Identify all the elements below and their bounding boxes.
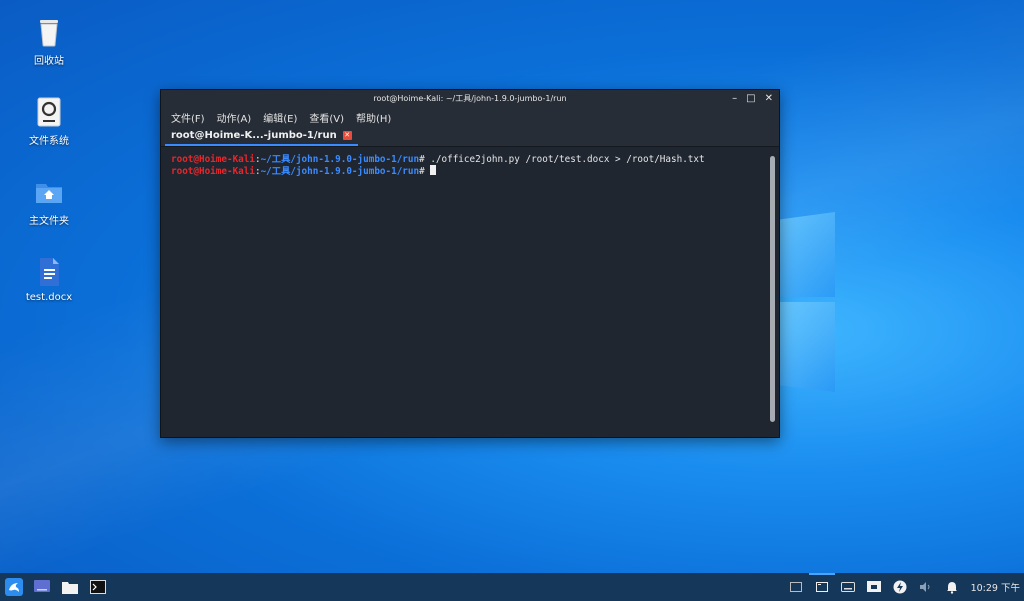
desktop-icon-home[interactable]: 主文件夹: [9, 176, 89, 227]
taskbar: 10:29 下午: [0, 573, 1024, 601]
folder-icon: [62, 582, 78, 594]
tab-bar: root@Hoime-K...-jumbo-1/run ✕: [161, 127, 779, 147]
desktop-icon-label: test.docx: [25, 292, 73, 303]
desktop-icon-trash[interactable]: 回收站: [9, 16, 89, 67]
notification-bell-icon[interactable]: [945, 580, 959, 594]
tab-close-icon[interactable]: ✕: [342, 131, 352, 140]
maximize-icon[interactable]: □: [746, 90, 755, 107]
minimize-icon[interactable]: –: [732, 90, 737, 107]
close-icon[interactable]: ✕: [765, 90, 773, 107]
drive-icon: [34, 96, 64, 128]
kali-menu-button[interactable]: [4, 577, 24, 597]
power-icon[interactable]: [893, 580, 907, 594]
desktop-icon-filesystem[interactable]: 文件系统: [9, 96, 89, 147]
menu-actions[interactable]: 动作(A): [217, 110, 252, 125]
clock[interactable]: 10:29 下午: [971, 580, 1020, 594]
network-icon[interactable]: [866, 580, 881, 594]
show-desktop-button[interactable]: [32, 577, 52, 597]
desktop-icon: [34, 580, 50, 592]
trash-icon: [34, 16, 64, 48]
desktop-icon-label: 主文件夹: [29, 216, 69, 227]
window-titlebar[interactable]: root@Hoime-Kali: ~/工具/john-1.9.0-jumbo-1…: [161, 90, 779, 107]
terminal-output[interactable]: root@Hoime-Kali:~/工具/john-1.9.0-jumbo-1/…: [161, 148, 779, 437]
scrollbar[interactable]: [770, 156, 775, 422]
workspace-2-icon[interactable]: [808, 573, 835, 594]
menu-view[interactable]: 查看(V): [309, 110, 344, 125]
menu-help[interactable]: 帮助(H): [356, 110, 391, 125]
desktop-icon-label: 文件系统: [29, 136, 69, 147]
menu-bar: 文件(F) 动作(A) 编辑(E) 查看(V) 帮助(H): [161, 107, 779, 127]
tab-label: root@Hoime-K...-jumbo-1/run: [171, 130, 337, 141]
terminal-window[interactable]: root@Hoime-Kali: ~/工具/john-1.9.0-jumbo-1…: [160, 89, 780, 438]
terminal-line: root@Hoime-Kali:~/工具/john-1.9.0-jumbo-1/…: [171, 154, 705, 165]
keyboard-icon[interactable]: [840, 580, 855, 594]
menu-file[interactable]: 文件(F): [171, 110, 205, 125]
desktop-icon-label: 回收站: [34, 56, 64, 67]
text-cursor: [430, 165, 437, 175]
kali-dragon-icon: [5, 578, 23, 596]
terminal-launcher-button[interactable]: [88, 577, 108, 597]
terminal-tab[interactable]: root@Hoime-K...-jumbo-1/run ✕: [165, 127, 358, 146]
home-folder-icon: [34, 176, 64, 208]
terminal-line: root@Hoime-Kali:~/工具/john-1.9.0-jumbo-1/…: [171, 165, 769, 177]
menu-edit[interactable]: 编辑(E): [263, 110, 297, 125]
document-icon: [34, 256, 64, 288]
volume-icon[interactable]: [919, 580, 933, 594]
window-title: root@Hoime-Kali: ~/工具/john-1.9.0-jumbo-1…: [373, 94, 567, 103]
file-manager-button[interactable]: [60, 577, 80, 597]
desktop-icon-test-docx[interactable]: test.docx: [9, 256, 89, 303]
terminal-icon: [90, 580, 106, 594]
active-workspace-indicator: [808, 573, 835, 575]
workspace-1-icon[interactable]: [789, 580, 803, 594]
